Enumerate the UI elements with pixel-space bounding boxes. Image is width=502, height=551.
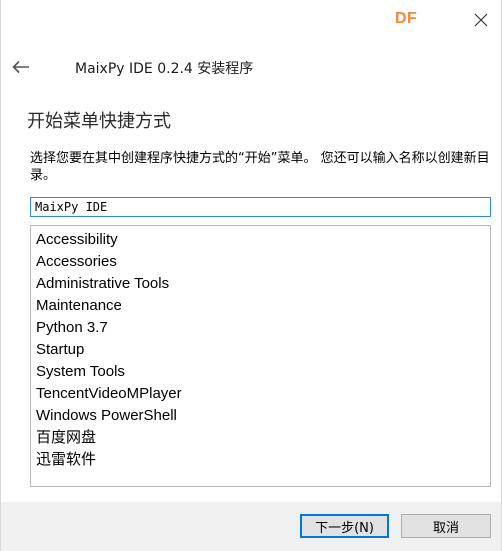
page-heading: 开始菜单快捷方式 — [27, 111, 171, 132]
folder-name-input[interactable] — [30, 197, 491, 217]
list-item[interactable]: 百度网盘 — [36, 427, 490, 449]
app-title: MaixPy IDE 0.2.4 安装程序 — [75, 61, 254, 77]
df-logo: DF — [395, 10, 418, 27]
title-bar: DF — [1, 0, 501, 40]
cancel-button[interactable]: 取消 — [401, 514, 491, 538]
close-icon — [474, 13, 488, 27]
arrow-left-icon — [12, 60, 29, 74]
list-item[interactable]: System Tools — [36, 361, 490, 383]
list-item[interactable]: Accessories — [36, 251, 490, 273]
installer-window: DF MaixPy IDE 0.2.4 安装程序 开始菜单快捷方式 选择您要在其… — [0, 0, 502, 551]
list-item[interactable]: Python 3.7 — [36, 317, 490, 339]
list-item[interactable]: 迅雷软件 — [36, 449, 490, 471]
page-description: 选择您要在其中创建程序快捷方式的“开始”菜单。 您还可以输入名称以创建新目录。 — [30, 151, 490, 183]
list-item[interactable]: Accessibility — [36, 229, 490, 251]
close-button[interactable] — [459, 6, 502, 34]
list-item[interactable]: TencentVideoMPlayer — [36, 383, 490, 405]
next-button[interactable]: 下一步(N) — [300, 514, 389, 538]
list-item[interactable]: Maintenance — [36, 295, 490, 317]
footer-bar: 下一步(N) 取消 — [1, 502, 501, 551]
list-item[interactable]: Startup — [36, 339, 490, 361]
list-item[interactable]: Administrative Tools — [36, 273, 490, 295]
folder-list[interactable]: Accessibility Accessories Administrative… — [30, 225, 491, 487]
back-button[interactable] — [7, 54, 35, 80]
list-item[interactable]: Windows PowerShell — [36, 405, 490, 427]
